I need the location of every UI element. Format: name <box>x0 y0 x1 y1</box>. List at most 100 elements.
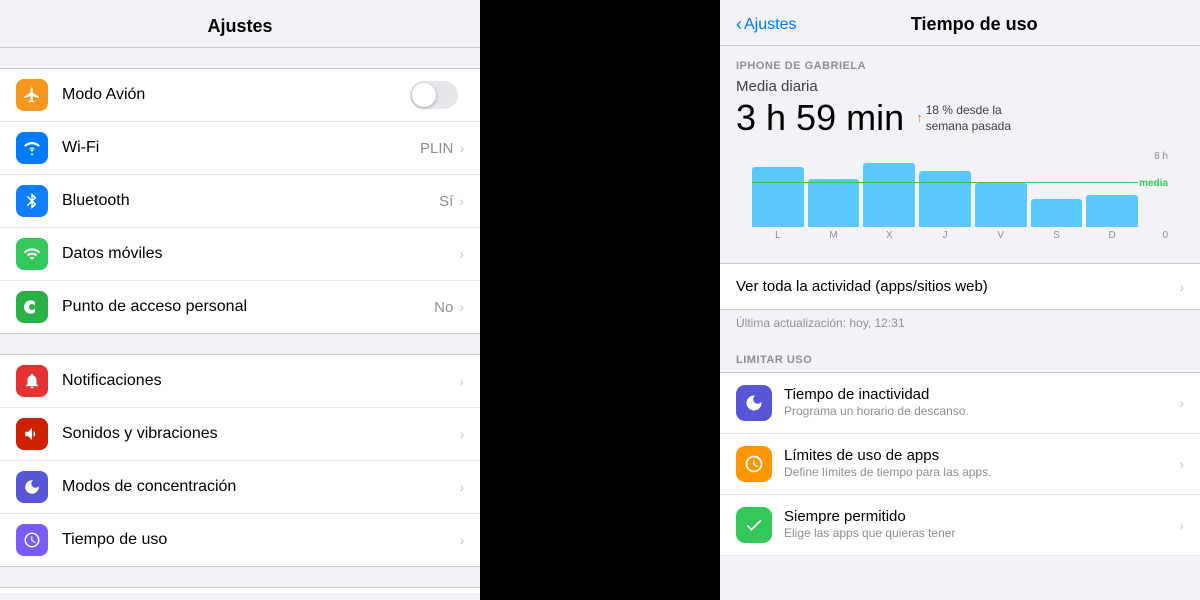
time-change: ↑ 18 % desde la semana pasada <box>916 103 1016 134</box>
bluetooth-content: Bluetooth Sí › <box>62 192 464 210</box>
limites-apps-desc: Define límites de tiempo para las apps. <box>784 465 1177 481</box>
sonidos-chevron-icon: › <box>459 426 464 442</box>
activity-row[interactable]: Ver toda la actividad (apps/sitios web) … <box>720 263 1200 310</box>
bar-day-S: S <box>1053 230 1060 241</box>
punto-value: No <box>434 299 453 316</box>
tiempo-icon <box>16 524 48 556</box>
bar-X: X <box>863 151 915 241</box>
tiempo-label: Tiempo de uso <box>62 531 167 549</box>
activity-label: Ver toda la actividad (apps/sitios web) <box>736 278 988 295</box>
modo-avion-label: Modo Avión <box>62 86 145 104</box>
bar-fill-L <box>752 167 804 227</box>
concentracion-chevron-icon: › <box>459 479 464 495</box>
bar-chart-container: 8 h 0 LMXJVSD media <box>752 151 1168 241</box>
bar-day-J: J <box>943 230 948 241</box>
settings-item-bluetooth[interactable]: Bluetooth Sí › <box>0 175 480 228</box>
concentracion-right: › <box>457 479 464 495</box>
device-section: IPHONE DE GABRIELA Media diaria 3 h 59 m… <box>720 46 1200 263</box>
tiempo-content: Tiempo de uso › <box>62 531 464 549</box>
bar-day-L: L <box>775 230 781 241</box>
limit-item-permitido[interactable]: Siempre permitidoElige las apps que quie… <box>720 495 1200 556</box>
settings-item-notif[interactable]: Notificaciones› <box>0 355 480 408</box>
wifi-label: Wi-Fi <box>62 139 99 157</box>
datos-content: Datos móviles› <box>62 245 464 263</box>
settings-item-concentracion[interactable]: Modos de concentración› <box>0 461 480 514</box>
bar-fill-V <box>975 183 1027 227</box>
screen-time-panel: ‹ Ajustes Tiempo de uso IPHONE DE GABRIE… <box>720 0 1200 600</box>
bluetooth-value: Sí <box>439 193 453 210</box>
wifi-value: PLIN <box>420 140 453 157</box>
settings-group: Modo AviónWi-FiPLIN›BluetoothSí›Datos mó… <box>0 68 480 334</box>
wifi-content: Wi-Fi PLIN› <box>62 139 464 157</box>
bar-J: J <box>919 151 971 241</box>
modo-avion-toggle[interactable] <box>410 81 458 109</box>
limit-item-inactividad[interactable]: Tiempo de inactividadPrograma un horario… <box>720 372 1200 434</box>
notif-right: › <box>457 373 464 389</box>
settings-item-modo-avion[interactable]: Modo Avión <box>0 69 480 122</box>
bluetooth-right: Sí › <box>439 193 464 210</box>
bar-day-X: X <box>886 230 893 241</box>
bar-day-V: V <box>997 230 1004 241</box>
limits-list: Tiempo de inactividadPrograma un horario… <box>720 372 1200 556</box>
bar-S: S <box>1031 151 1083 241</box>
permitido-title: Siempre permitido <box>784 508 1177 525</box>
inactividad-text: Tiempo de inactividadPrograma un horario… <box>784 386 1177 420</box>
modo-avion-icon <box>16 79 48 111</box>
bar-fill-X <box>863 163 915 227</box>
screen-time-title: Tiempo de uso <box>804 14 1144 35</box>
change-text: 18 % desde la semana pasada <box>926 103 1017 134</box>
settings-item-sonidos[interactable]: Sonidos y vibraciones › <box>0 408 480 461</box>
media-line <box>752 182 1138 183</box>
bar-fill-J <box>919 171 971 227</box>
inactividad-icon <box>736 385 772 421</box>
punto-label: Punto de acceso personal <box>62 298 247 316</box>
arrow-up-icon: ↑ <box>916 110 923 127</box>
settings-header: Ajustes <box>0 0 480 48</box>
notif-chevron-icon: › <box>459 373 464 389</box>
punto-icon <box>16 291 48 323</box>
time-row: 3 h 59 min ↑ 18 % desde la semana pasada <box>736 97 1184 139</box>
notif-content: Notificaciones› <box>62 372 464 390</box>
inactividad-desc: Programa un horario de descanso. <box>784 404 1177 420</box>
limites-apps-icon <box>736 446 772 482</box>
permitido-text: Siempre permitidoElige las apps que quie… <box>784 508 1177 542</box>
settings-list: Modo AviónWi-FiPLIN›BluetoothSí›Datos mó… <box>0 48 480 593</box>
settings-item-general[interactable]: General› <box>0 588 480 593</box>
media-label: media <box>1139 178 1168 189</box>
tiempo-chevron-icon: › <box>459 532 464 548</box>
bluetooth-chevron-icon: › <box>459 193 464 209</box>
permitido-desc: Elige las apps que quieras tener <box>784 526 1177 542</box>
activity-chevron-icon: › <box>1179 279 1184 295</box>
limites-apps-text: Límites de uso de appsDefine límites de … <box>784 447 1177 481</box>
limit-item-limites-apps[interactable]: Límites de uso de appsDefine límites de … <box>720 434 1200 495</box>
permitido-icon <box>736 507 772 543</box>
bar-M: M <box>808 151 860 241</box>
sonidos-content: Sonidos y vibraciones › <box>62 425 464 443</box>
bluetooth-label: Bluetooth <box>62 192 130 210</box>
datos-icon <box>16 238 48 270</box>
back-label: Ajustes <box>744 16 796 34</box>
bar-V: V <box>975 151 1027 241</box>
notif-icon <box>16 365 48 397</box>
settings-panel: Ajustes Modo AviónWi-FiPLIN›BluetoothSí›… <box>0 0 480 600</box>
bar-D: D <box>1086 151 1138 241</box>
limites-apps-title: Límites de uso de apps <box>784 447 1177 464</box>
back-button[interactable]: ‹ Ajustes <box>736 14 796 35</box>
big-time: 3 h 59 min <box>736 97 904 139</box>
bar-day-D: D <box>1109 230 1116 241</box>
settings-item-datos[interactable]: Datos móviles› <box>0 228 480 281</box>
settings-item-tiempo[interactable]: Tiempo de uso › <box>0 514 480 566</box>
sonidos-right: › <box>457 426 464 442</box>
wifi-right: PLIN› <box>420 140 464 157</box>
settings-title: Ajustes <box>20 16 460 37</box>
sonidos-icon <box>16 418 48 450</box>
sonidos-label: Sonidos y vibraciones <box>62 425 218 443</box>
bluetooth-icon <box>16 185 48 217</box>
settings-group: General›Centro de control› <box>0 587 480 593</box>
bar-fill-S <box>1031 199 1083 227</box>
settings-item-wifi[interactable]: Wi-Fi PLIN› <box>0 122 480 175</box>
settings-item-punto[interactable]: Punto de acceso personal No › <box>0 281 480 333</box>
bar-fill-M <box>808 179 860 227</box>
punto-chevron-icon: › <box>459 299 464 315</box>
permitido-chevron-icon: › <box>1179 517 1184 533</box>
